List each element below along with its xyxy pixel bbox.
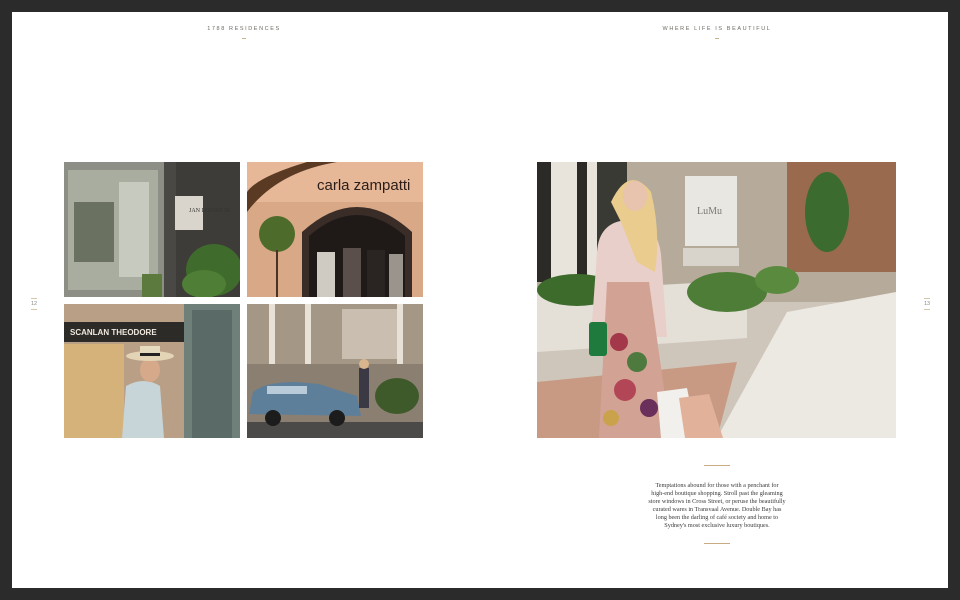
woman-in-hat-shopping-photo: SCANLAN THEODORE [64, 304, 240, 438]
left-running-head: 1788 RESIDENCES [164, 26, 324, 39]
carla-zampatti-sign: carla zampatti [317, 177, 410, 194]
left-running-head-text: 1788 RESIDENCES [207, 26, 281, 32]
accent-rule-bottom [704, 543, 730, 544]
carla-zampatti-storefront-photo: carla zampatti [247, 162, 423, 297]
accent-rule-top [704, 465, 730, 466]
body-copy: Temptations abound for those with a penc… [632, 482, 802, 530]
body-copy-line: long been the darling of café society an… [655, 514, 779, 521]
body-copy-line: high-end boutique shopping. Stroll past … [651, 490, 783, 497]
body-copy-line: store windows in Cross Street, or peruse… [648, 498, 786, 505]
magazine-spread: 1788 RESIDENCES 12 JAN LOGAN 36 carla za… [12, 12, 948, 588]
body-copy-line: Temptations abound for those with a penc… [655, 482, 779, 489]
street-cafe-vintage-car-photo [247, 304, 423, 438]
right-running-head-text: WHERE LIFE IS BEAUTIFUL [662, 26, 772, 32]
running-head-tick [715, 34, 719, 39]
body-copy-line: curated wares in Transvaal Avenue. Doubl… [652, 506, 782, 513]
right-page-number: 13 [920, 296, 934, 312]
left-page-number: 12 [27, 296, 41, 312]
right-running-head: WHERE LIFE IS BEAUTIFUL [637, 26, 797, 39]
boutique-storefront-photo: JAN LOGAN 36 [64, 162, 240, 297]
woman-shopping-street-photo: LuMu [537, 162, 896, 438]
body-copy-line: Sydney's most exclusive luxury boutiques… [664, 522, 770, 529]
lumu-sign: LuMu [697, 206, 722, 217]
storefront-sign: JAN LOGAN 36 [189, 208, 230, 214]
scanlan-theodore-sign: SCANLAN THEODORE [70, 328, 157, 337]
running-head-tick [242, 34, 246, 39]
